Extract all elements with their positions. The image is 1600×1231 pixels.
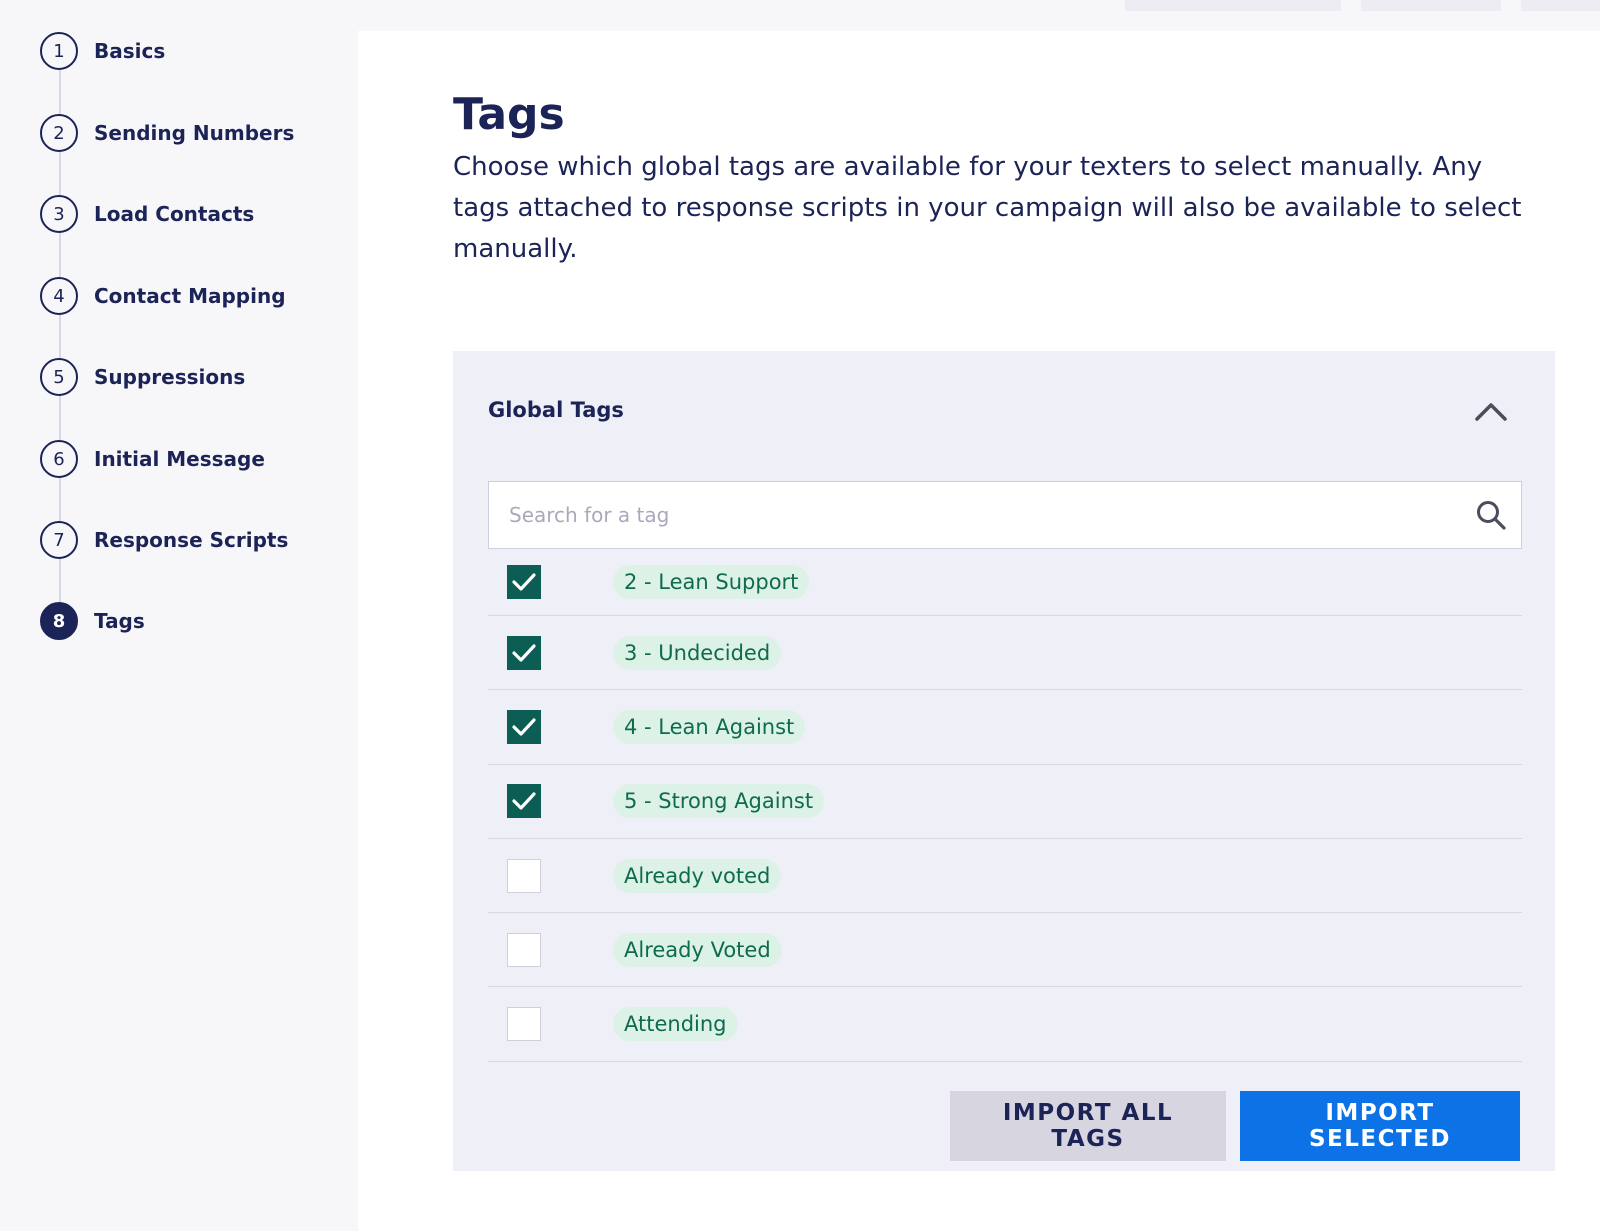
tag-chip: 4 - Lean Against <box>613 709 806 744</box>
topbar-segment <box>1125 0 1341 11</box>
sidebar-item-suppressions[interactable]: 5 Suppressions <box>40 357 245 397</box>
tag-chip: Attending <box>613 1007 738 1042</box>
tag-chip: 2 - Lean Support <box>613 565 810 599</box>
main-content-card: Tags Choose which global tags are availa… <box>358 31 1600 1231</box>
panel-actions: IMPORT ALL TAGS IMPORT SELECTED <box>950 1091 1520 1161</box>
step-number: 1 <box>40 32 78 70</box>
tag-checkbox[interactable] <box>507 784 541 819</box>
sidebar-item-load-contacts[interactable]: 3 Load Contacts <box>40 194 254 234</box>
tag-chip: 5 - Strong Against <box>613 784 825 819</box>
step-label: Basics <box>94 39 166 63</box>
checkmark-icon <box>512 573 536 591</box>
tag-checkbox[interactable] <box>507 565 541 599</box>
checkmark-icon <box>512 718 536 736</box>
tag-checkbox[interactable] <box>507 932 541 967</box>
step-number: 2 <box>40 114 78 152</box>
tag-checkbox[interactable] <box>507 635 541 670</box>
step-number: 3 <box>40 195 78 233</box>
tag-row[interactable]: Already voted <box>488 839 1522 914</box>
tag-chip: Already Voted <box>613 932 782 967</box>
tag-checkbox[interactable] <box>507 858 541 893</box>
sidebar-item-contact-mapping[interactable]: 4 Contact Mapping <box>40 276 286 316</box>
step-label: Initial Message <box>94 447 265 471</box>
tag-row[interactable]: 4 - Lean Against <box>488 690 1522 765</box>
sidebar-item-response-scripts[interactable]: 7 Response Scripts <box>40 520 288 560</box>
step-number: 7 <box>40 521 78 559</box>
step-label: Tags <box>94 609 145 633</box>
import-selected-button[interactable]: IMPORT SELECTED <box>1240 1091 1520 1161</box>
sidebar-item-tags[interactable]: 8 Tags <box>40 601 145 641</box>
sidebar-item-basics[interactable]: 1 Basics <box>40 31 165 71</box>
topbar-segment <box>1521 0 1600 11</box>
page-title: Tags <box>453 89 565 140</box>
topbar-segment <box>1361 0 1501 11</box>
step-label: Suppressions <box>94 365 246 389</box>
tag-list: 2 - Lean Support 3 - Undecided 4 - Lean Ag… <box>488 549 1522 1062</box>
campaign-steps-sidebar: 1 Basics 2 Sending Numbers 3 Load Contac… <box>0 0 358 1231</box>
checkmark-icon <box>512 644 536 662</box>
tag-checkbox[interactable] <box>507 1007 541 1042</box>
step-number: 8 <box>40 602 78 640</box>
collapse-toggle-button[interactable] <box>1471 395 1511 427</box>
chevron-up-icon <box>1475 403 1507 421</box>
sidebar-item-initial-message[interactable]: 6 Initial Message <box>40 439 265 479</box>
global-tags-panel: Global Tags 2 - Lean Support 3 - Undecide… <box>453 351 1555 1171</box>
sidebar-item-sending-numbers[interactable]: 2 Sending Numbers <box>40 113 294 153</box>
step-number: 4 <box>40 277 78 315</box>
tag-search-box <box>488 481 1522 549</box>
step-label: Sending Numbers <box>94 121 295 145</box>
tag-row[interactable]: Already Voted <box>488 913 1522 988</box>
checkmark-icon <box>512 792 536 810</box>
step-label: Load Contacts <box>94 202 255 226</box>
tag-checkbox[interactable] <box>507 709 541 744</box>
tag-search-input[interactable] <box>489 482 1461 548</box>
step-number: 5 <box>40 358 78 396</box>
step-label: Contact Mapping <box>94 284 286 308</box>
import-all-tags-button[interactable]: IMPORT ALL TAGS <box>950 1091 1226 1161</box>
tag-chip: 3 - Undecided <box>613 635 782 670</box>
step-number: 6 <box>40 440 78 478</box>
tag-row[interactable]: Attending <box>488 987 1522 1062</box>
tag-chip: Already voted <box>613 858 782 893</box>
step-label: Response Scripts <box>94 528 289 552</box>
tag-row[interactable]: 2 - Lean Support <box>488 549 1522 616</box>
search-icon[interactable] <box>1461 482 1521 548</box>
tag-row[interactable]: 5 - Strong Against <box>488 765 1522 839</box>
panel-title: Global Tags <box>488 398 624 422</box>
tag-row[interactable]: 3 - Undecided <box>488 616 1522 691</box>
page-description: Choose which global tags are available f… <box>453 152 1522 264</box>
